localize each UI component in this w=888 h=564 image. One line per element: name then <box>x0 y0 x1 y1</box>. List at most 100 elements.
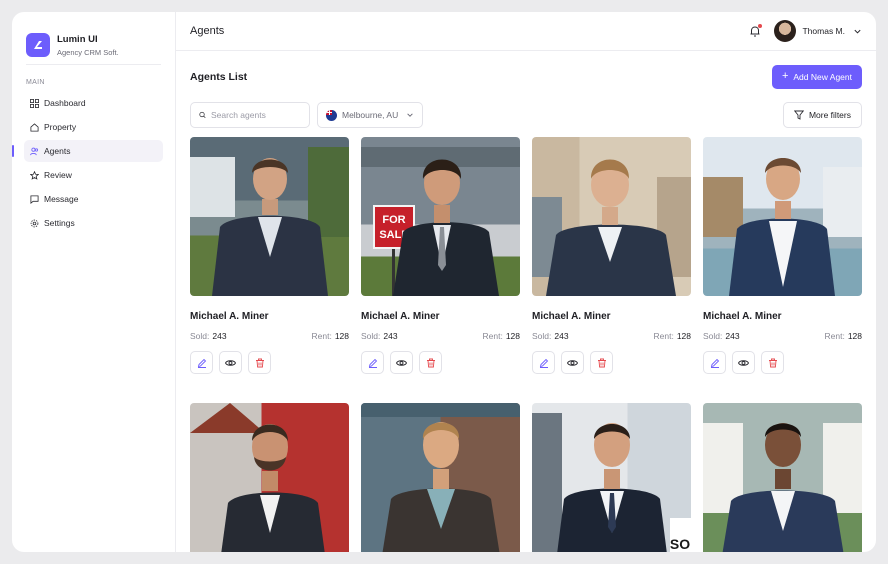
sold-label: Sold: <box>703 331 723 341</box>
agent-card[interactable]: Michael A. Miner Sold: 243 Rent: 128 <box>532 137 691 374</box>
trash-icon <box>426 358 435 367</box>
more-filters-button[interactable]: More filters <box>782 102 862 128</box>
view-button[interactable] <box>219 351 242 374</box>
brand[interactable]: Lumin UI Agency CRM Soft. <box>12 12 175 64</box>
add-agent-button[interactable]: + Add New Agent <box>771 64 862 89</box>
agent-name[interactable]: Michael A. Miner <box>190 311 349 322</box>
eye-icon <box>567 359 578 366</box>
rent-label: Rent: <box>824 331 845 341</box>
eye-icon <box>396 359 407 366</box>
notification-button[interactable] <box>748 24 763 38</box>
sidebar-item-label: Settings <box>44 218 75 228</box>
sold-label: Sold: <box>532 331 552 341</box>
rent-count: 128 <box>847 331 862 341</box>
agent-card[interactable]: FOR SALE Michael A. Miner Sold: 243 Rent:… <box>361 137 520 374</box>
location-select[interactable]: Melbourne, AU <box>317 102 424 128</box>
edit-button[interactable] <box>361 351 384 374</box>
agent-name[interactable]: Michael A. Miner <box>532 311 691 322</box>
search-input[interactable] <box>211 110 301 120</box>
agent-photo[interactable]: SO <box>532 403 691 552</box>
eye-icon <box>225 359 236 366</box>
delete-button[interactable] <box>419 351 442 374</box>
agent-card[interactable] <box>703 403 862 552</box>
delete-button[interactable] <box>248 351 271 374</box>
trash-icon <box>255 358 264 367</box>
sold-count: 243 <box>725 331 740 341</box>
agent-card[interactable] <box>361 403 520 552</box>
pencil-icon <box>710 358 719 368</box>
sidebar-item-review[interactable]: Review <box>24 164 163 186</box>
agent-name[interactable]: Michael A. Miner <box>703 311 862 322</box>
agent-portrait-image <box>361 403 520 552</box>
trash-icon <box>768 358 777 367</box>
rent-label: Rent: <box>653 331 674 341</box>
sidebar-item-agents[interactable]: Agents <box>12 140 163 162</box>
location-value: Melbourne, AU <box>342 110 399 120</box>
agent-card[interactable]: SO <box>532 403 691 552</box>
sold-label: Sold: <box>190 331 210 341</box>
agent-photo[interactable] <box>190 137 349 296</box>
filter-icon <box>793 110 804 120</box>
agent-card[interactable]: Michael A. Miner Sold: 243 Rent: 128 <box>703 137 862 374</box>
view-button[interactable] <box>732 351 755 374</box>
agent-photo[interactable] <box>532 137 691 296</box>
rent-label: Rent: <box>482 331 503 341</box>
view-button[interactable] <box>561 351 584 374</box>
rent-count: 128 <box>676 331 691 341</box>
chat-icon <box>30 194 39 204</box>
australia-flag-icon <box>326 109 337 121</box>
agent-card[interactable] <box>190 403 349 552</box>
agent-portrait-image: FOR SALE <box>361 147 520 296</box>
user-name[interactable]: Thomas M. <box>802 26 845 36</box>
chevron-down-icon[interactable] <box>853 27 862 36</box>
page-title: Agents <box>190 25 225 37</box>
agent-portrait-image <box>703 423 862 552</box>
sidebar-item-dashboard[interactable]: Dashboard <box>24 92 163 114</box>
agent-portrait-image: SO <box>532 413 691 552</box>
gear-icon <box>30 219 39 227</box>
sidebar-item-label: Agents <box>44 146 71 156</box>
agent-name[interactable]: Michael A. Miner <box>361 311 520 322</box>
main-content: Agents Thomas M. Agents List + Add New A… <box>176 12 876 552</box>
sidebar-item-message[interactable]: Message <box>24 188 163 210</box>
agent-card[interactable]: Michael A. Miner Sold: 243 Rent: 128 <box>190 137 349 374</box>
search-box[interactable] <box>190 102 310 128</box>
sale-sign-line1: FOR <box>382 214 405 226</box>
agent-photo[interactable] <box>703 137 862 296</box>
sidebar: Lumin UI Agency CRM Soft. MAIN Dashboard… <box>12 12 176 552</box>
list-title: Agents List <box>190 70 248 83</box>
search-icon <box>199 111 206 119</box>
sidebar-item-label: Dashboard <box>44 98 86 108</box>
edit-button[interactable] <box>532 351 555 374</box>
sidebar-item-property[interactable]: Property <box>24 116 163 138</box>
sold-count: 243 <box>554 331 569 341</box>
top-bar: Agents Thomas M. <box>176 12 876 51</box>
avatar[interactable] <box>774 20 797 42</box>
eye-icon <box>738 359 749 366</box>
chevron-down-icon <box>407 113 413 117</box>
partial-sign-text: SO <box>670 536 690 552</box>
trash-icon <box>597 358 606 367</box>
sidebar-item-settings[interactable]: Settings <box>24 212 163 234</box>
agent-photo[interactable]: FOR SALE <box>361 137 520 296</box>
edit-button[interactable] <box>703 351 726 374</box>
brand-subtitle: Agency CRM Soft. <box>57 47 119 57</box>
delete-button[interactable] <box>761 351 784 374</box>
pencil-icon <box>368 358 377 368</box>
agent-photo[interactable] <box>703 403 862 552</box>
edit-button[interactable] <box>190 351 213 374</box>
more-filters-label: More filters <box>808 110 851 120</box>
sidebar-item-label: Review <box>44 170 72 180</box>
agent-portrait-image <box>703 158 862 296</box>
agent-portrait-image <box>190 403 325 552</box>
view-button[interactable] <box>390 351 413 374</box>
app-window: Lumin UI Agency CRM Soft. MAIN Dashboard… <box>12 12 876 552</box>
pencil-icon <box>197 358 206 368</box>
delete-button[interactable] <box>590 351 613 374</box>
rent-count: 128 <box>505 331 520 341</box>
users-icon <box>30 147 39 155</box>
agent-photo[interactable] <box>361 403 520 552</box>
add-agent-label: Add New Agent <box>793 71 852 82</box>
sold-count: 243 <box>383 331 398 341</box>
agent-photo[interactable] <box>190 403 349 552</box>
